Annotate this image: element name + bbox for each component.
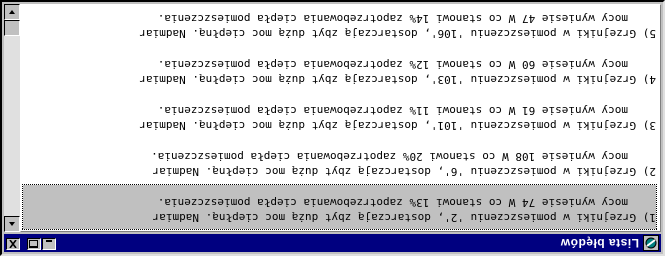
close-button[interactable] [6, 238, 20, 250]
arrow-up-icon [9, 222, 15, 226]
list-item-text: mocy wyniesie 60 W co stanowi 12% zapotr… [157, 58, 628, 71]
error-list-window: Lista błędów 1) Grzejniki w pomieszczeni… [0, 0, 665, 256]
list-item[interactable]: 4) Grzejniki w pomieszczeniu '103', dost… [23, 47, 656, 91]
list-item-text: mocy wyniesie 108 W co stanowi 20% zapot… [151, 150, 628, 163]
list-item[interactable]: 3) Grzejniki w pomieszczeniu '101', dost… [23, 93, 656, 137]
close-icon [9, 240, 17, 248]
minimize-button[interactable] [42, 238, 56, 250]
list-item[interactable]: 1) Grzejniki w pomieszczeniu '2', dostar… [22, 184, 657, 230]
maximize-icon [29, 240, 38, 248]
minimize-icon [46, 240, 52, 242]
list-item-text: 5) Grzejniki w pomieszczeniu '106', dost… [139, 27, 656, 40]
list-item-text: mocy wyniesie 61 W co stanowi 11% zapotr… [157, 104, 628, 117]
arrow-down-icon [9, 10, 15, 14]
list-item-text: mocy wyniesie 47 W co stanowi 14% zapotr… [157, 12, 628, 25]
scroll-down-button[interactable] [4, 4, 20, 20]
maximize-button[interactable] [27, 238, 41, 250]
list-item-text: 4) Grzejniki w pomieszczeniu '103', dost… [139, 73, 656, 86]
window-title: Lista błędów [560, 236, 639, 250]
list-item-text: 1) Grzejniki w pomieszczeniu '2', dostar… [152, 211, 656, 224]
error-list[interactable]: 1) Grzejniki w pomieszczeniu '2', dostar… [20, 4, 661, 232]
list-item-text: 3) Grzejniki w pomieszczeniu '101', dost… [139, 119, 656, 132]
list-item-text: 2) Grzejniki w pomieszczeniu '6', dostar… [152, 165, 656, 178]
title-bar[interactable]: Lista błędów [4, 234, 661, 252]
list-item[interactable]: 2) Grzejniki w pomieszczeniu '6', dostar… [23, 139, 656, 183]
list-item-text: mocy wyniesie 74 W co stanowi 13% zapotr… [157, 196, 628, 209]
list-item[interactable]: 5) Grzejniki w pomieszczeniu '106', dost… [23, 4, 656, 45]
scroll-thumb[interactable] [4, 20, 20, 36]
vertical-scrollbar[interactable] [4, 4, 20, 232]
scroll-up-button[interactable] [4, 216, 20, 232]
app-icon[interactable] [643, 235, 659, 251]
